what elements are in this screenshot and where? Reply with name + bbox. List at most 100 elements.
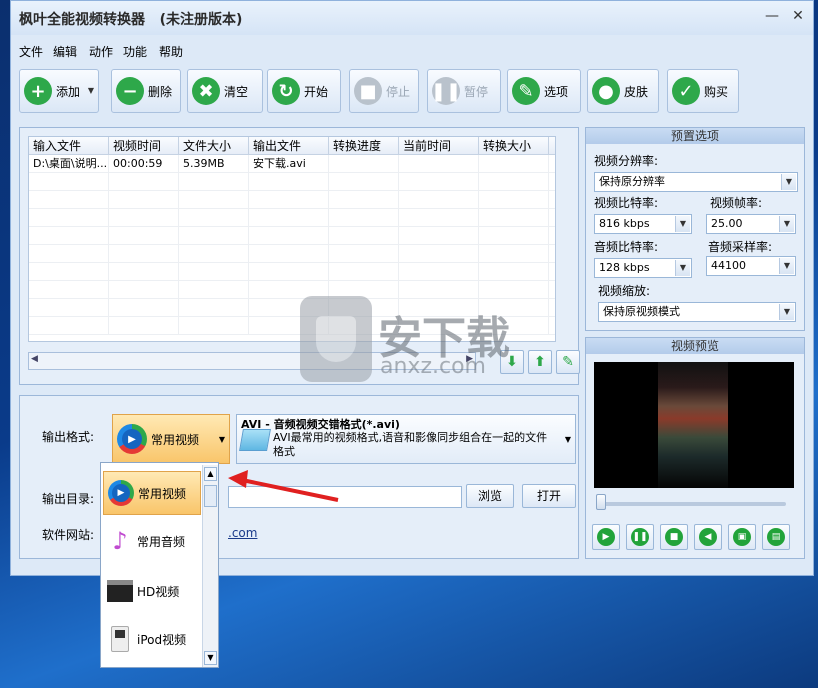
close-button[interactable]: ✕: [787, 7, 809, 25]
menu-action[interactable]: 动作: [89, 43, 113, 60]
table-row[interactable]: [29, 173, 555, 191]
framerate-label: 视频帧率:: [710, 196, 763, 210]
audio-bitrate-value: 128 kbps: [599, 261, 650, 274]
menu-file[interactable]: 文件: [19, 43, 43, 60]
table-cell: [479, 227, 549, 244]
format-option[interactable]: ▶ 常用视频: [103, 471, 201, 515]
audio-bitrate-select[interactable]: 128 kbps ▼: [594, 258, 692, 278]
format-option-label: 常用视频: [138, 486, 187, 501]
column-header[interactable]: 转换进度: [329, 137, 399, 154]
table-header: 输入文件 视频时间 文件大小 输出文件 转换进度 当前时间 转换大小: [29, 137, 555, 155]
table-cell: [329, 155, 399, 172]
format-desc-title: AVI - 音频视频交错格式(*.avi): [241, 418, 400, 431]
toolbar-button-clear[interactable]: ✖ 清空: [187, 69, 263, 113]
menu-help[interactable]: 帮助: [159, 43, 183, 60]
column-header[interactable]: 文件大小: [179, 137, 249, 154]
format-option-label: 常用音频: [137, 534, 186, 549]
minimize-button[interactable]: —: [761, 7, 783, 25]
framerate-select[interactable]: 25.00 ▼: [706, 214, 796, 234]
column-header[interactable]: 转换大小: [479, 137, 549, 154]
resolution-select[interactable]: 保持原分辨率 ▼: [594, 172, 798, 192]
website-link[interactable]: .com: [228, 526, 257, 540]
seek-slider[interactable]: [596, 494, 606, 510]
scroll-left-icon[interactable]: ◀: [31, 354, 38, 364]
output-dir-label: 输出目录:: [42, 492, 95, 506]
table-row[interactable]: [29, 209, 555, 227]
toolbar-button-cart[interactable]: ✓ 购买: [667, 69, 739, 113]
folder-icon: ▤: [767, 528, 785, 546]
table-cell: [329, 227, 399, 244]
table-cell: [249, 227, 329, 244]
table-cell: [109, 227, 179, 244]
toolbar-button-start[interactable]: ↻ 开始: [267, 69, 341, 113]
table-cell: [399, 173, 479, 190]
edit-button[interactable]: ✎: [556, 350, 580, 374]
table-cell: [479, 173, 549, 190]
output-format-select[interactable]: ▶ 常用视频 ▼: [112, 414, 230, 464]
table-cell: [179, 281, 249, 298]
toolbar-button-minus[interactable]: − 删除: [111, 69, 181, 113]
resolution-value: 保持原分辨率: [599, 175, 665, 188]
format-dropdown-list: ▶ 常用视频 ♪ 常用音频 HD视频 iPod视频 ▲ ▼: [100, 462, 219, 668]
column-header[interactable]: 输出文件: [249, 137, 329, 154]
scroll-up-icon[interactable]: ▲: [204, 467, 217, 481]
table-cell: [479, 263, 549, 280]
format-option-label: iPod视频: [137, 632, 187, 647]
stop-icon: ■: [354, 77, 382, 105]
table-row[interactable]: [29, 191, 555, 209]
sample-rate-select[interactable]: 44100 ▼: [706, 256, 796, 276]
table-cell: 安下载.avi: [249, 155, 329, 172]
seek-track[interactable]: [600, 502, 786, 506]
column-header[interactable]: 当前时间: [399, 137, 479, 154]
arrow-up-icon: ⬆: [534, 354, 546, 370]
open-button[interactable]: 打开: [522, 484, 576, 508]
scale-select[interactable]: 保持原视频模式 ▼: [598, 302, 796, 322]
scroll-down-icon[interactable]: ▼: [204, 651, 217, 665]
stop-button[interactable]: ■: [660, 524, 688, 550]
table-row[interactable]: [29, 227, 555, 245]
menu-edit[interactable]: 编辑: [53, 43, 77, 60]
dropdown-scrollbar[interactable]: ▲ ▼: [202, 465, 218, 667]
table-row[interactable]: [29, 245, 555, 263]
menu-function[interactable]: 功能: [123, 43, 147, 60]
clear-icon: ✖: [192, 77, 220, 105]
window-title: 枫叶全能视频转换器 (未注册版本): [19, 12, 243, 28]
column-header[interactable]: 视频时间: [109, 137, 179, 154]
table-cell: [479, 191, 549, 208]
toolbar-button-plus[interactable]: + 添加 ▼: [19, 69, 99, 113]
volume-button[interactable]: ◀: [694, 524, 722, 550]
open-folder-button[interactable]: ▤: [762, 524, 790, 550]
table-cell: 00:00:59: [109, 155, 179, 172]
table-cell: [29, 227, 109, 244]
play-button[interactable]: ▶: [592, 524, 620, 550]
resolution-label: 视频分辨率:: [594, 154, 659, 168]
format-option[interactable]: iPod视频: [103, 617, 201, 661]
stop-icon: ■: [665, 528, 683, 546]
toolbar-label: 停止: [386, 84, 411, 99]
toolbar-label: 开始: [304, 84, 329, 99]
toolbar-button-tools[interactable]: ✎ 选项: [507, 69, 581, 113]
column-header[interactable]: 输入文件: [29, 137, 109, 154]
red-arrow-annotation: [228, 470, 339, 502]
toolbar-button-stop[interactable]: ■ 停止: [349, 69, 419, 113]
table-cell: [249, 191, 329, 208]
table-cell: [479, 155, 549, 172]
format-option[interactable]: ♪ 常用音频: [103, 519, 201, 563]
toolbar-button-apple[interactable]: ● 皮肤: [587, 69, 659, 113]
table-row[interactable]: D:\桌面\说明... 00:00:59 5.39MB 安下载.avi: [29, 155, 555, 173]
chevron-down-icon: ▼: [218, 435, 225, 444]
snapshot-button[interactable]: ▣: [728, 524, 756, 550]
video-bitrate-label: 视频比特率:: [594, 196, 659, 210]
format-option[interactable]: HD视频: [103, 569, 201, 613]
video-bitrate-select[interactable]: 816 kbps ▼: [594, 214, 692, 234]
chevron-down-icon[interactable]: ▼: [88, 86, 94, 95]
scroll-thumb[interactable]: [204, 485, 217, 507]
toolbar-button-pause[interactable]: ❚❚ 暂停: [427, 69, 501, 113]
pause-button[interactable]: ❚❚: [626, 524, 654, 550]
video-preview: [594, 362, 794, 488]
toolbar-label: 删除: [148, 84, 173, 99]
move-up-button[interactable]: ⬆: [528, 350, 552, 374]
table-row[interactable]: [29, 263, 555, 281]
browse-button[interactable]: 浏览: [466, 484, 514, 508]
format-description-select[interactable]: AVI - 音频视频交错格式(*.avi) AVI最常用的视频格式,语音和影像同…: [236, 414, 576, 464]
